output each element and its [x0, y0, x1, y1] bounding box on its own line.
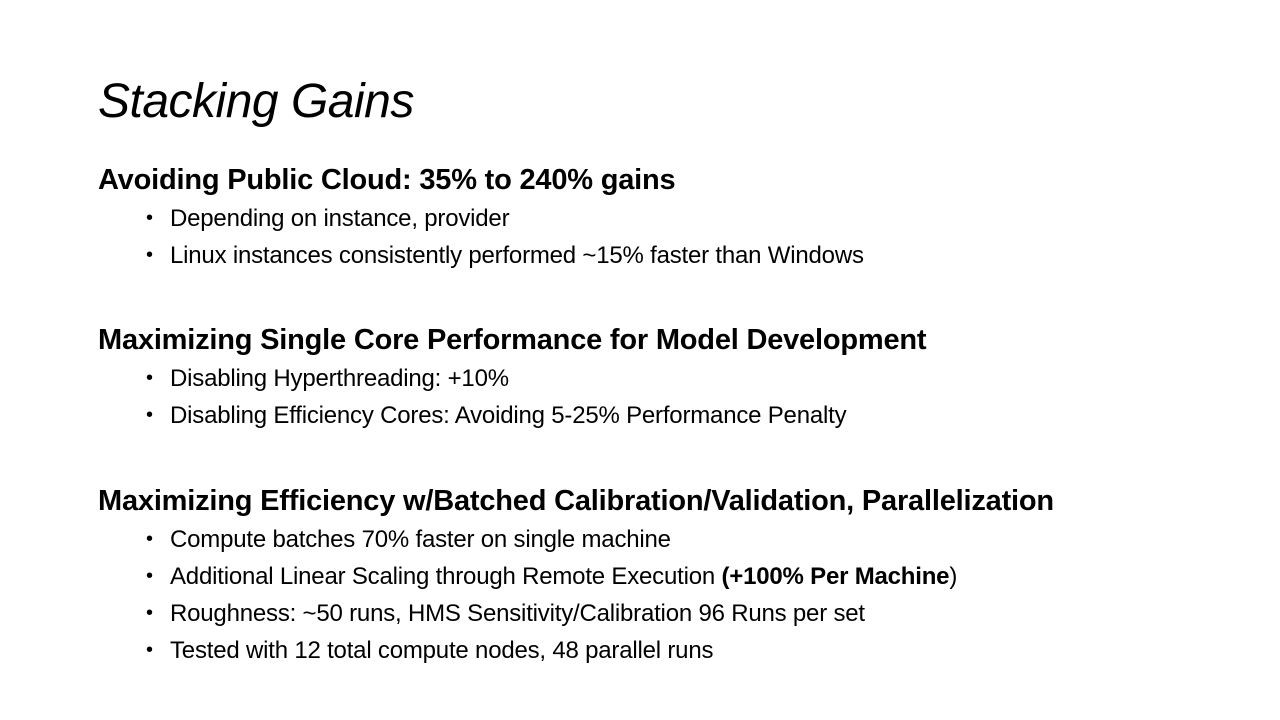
- bullet-icon: •: [146, 602, 153, 624]
- bullet-icon: •: [146, 367, 153, 389]
- bullet-item: • Disabling Efficiency Cores: Avoiding 5…: [98, 397, 1258, 434]
- bullet-list: • Disabling Hyperthreading: +10% • Disab…: [98, 360, 1258, 434]
- bullet-text-prefix: Additional Linear Scaling through Remote…: [170, 563, 722, 590]
- bullet-text: Disabling Hyperthreading: +10%: [170, 365, 509, 392]
- bullet-icon: •: [146, 244, 153, 266]
- section-heading: Avoiding Public Cloud: 35% to 240% gains: [98, 164, 676, 196]
- section-public-cloud: Avoiding Public Cloud: 35% to 240% gains…: [98, 162, 1258, 274]
- bullet-text: Linux instances consistently performed ~…: [170, 242, 864, 269]
- section-single-core: Maximizing Single Core Performance for M…: [98, 322, 1258, 434]
- bullet-icon: •: [146, 565, 153, 587]
- section-heading: Maximizing Single Core Performance for M…: [98, 324, 927, 356]
- bullet-item: • Roughness: ~50 runs, HMS Sensitivity/C…: [98, 595, 1258, 632]
- bullet-item: • Depending on instance, provider: [98, 200, 1258, 237]
- bullet-icon: •: [146, 639, 153, 661]
- bullet-list: • Depending on instance, provider • Linu…: [98, 200, 1258, 274]
- slide-title: Stacking Gains: [98, 75, 414, 128]
- bullet-icon: •: [146, 528, 153, 550]
- bullet-text: Disabling Efficiency Cores: Avoiding 5-2…: [170, 402, 847, 429]
- bullet-text: Tested with 12 total compute nodes, 48 p…: [170, 637, 714, 664]
- section-heading: Maximizing Efficiency w/Batched Calibrat…: [98, 485, 1054, 517]
- bullet-item: • Linux instances consistently performed…: [98, 237, 1258, 274]
- slide: Stacking Gains Avoiding Public Cloud: 35…: [0, 0, 1280, 720]
- bullet-list: • Compute batches 70% faster on single m…: [98, 521, 1258, 669]
- bullet-item: • Disabling Hyperthreading: +10%: [98, 360, 1258, 397]
- bullet-item: • Additional Linear Scaling through Remo…: [98, 558, 1258, 595]
- section-efficiency: Maximizing Efficiency w/Batched Calibrat…: [98, 483, 1258, 669]
- bullet-icon: •: [146, 404, 153, 426]
- bullet-item: • Tested with 12 total compute nodes, 48…: [98, 632, 1258, 669]
- bullet-close-paren: ): [949, 563, 958, 590]
- bullet-item: • Compute batches 70% faster on single m…: [98, 521, 1258, 558]
- bullet-text: Roughness: ~50 runs, HMS Sensitivity/Cal…: [170, 600, 865, 627]
- bullet-text-emphasis: +100% Per Machine: [729, 563, 950, 590]
- bullet-text: Compute batches 70% faster on single mac…: [170, 526, 671, 553]
- bullet-text: Additional Linear Scaling through Remote…: [170, 563, 957, 590]
- bullet-text: Depending on instance, provider: [170, 205, 510, 232]
- bullet-icon: •: [146, 207, 153, 229]
